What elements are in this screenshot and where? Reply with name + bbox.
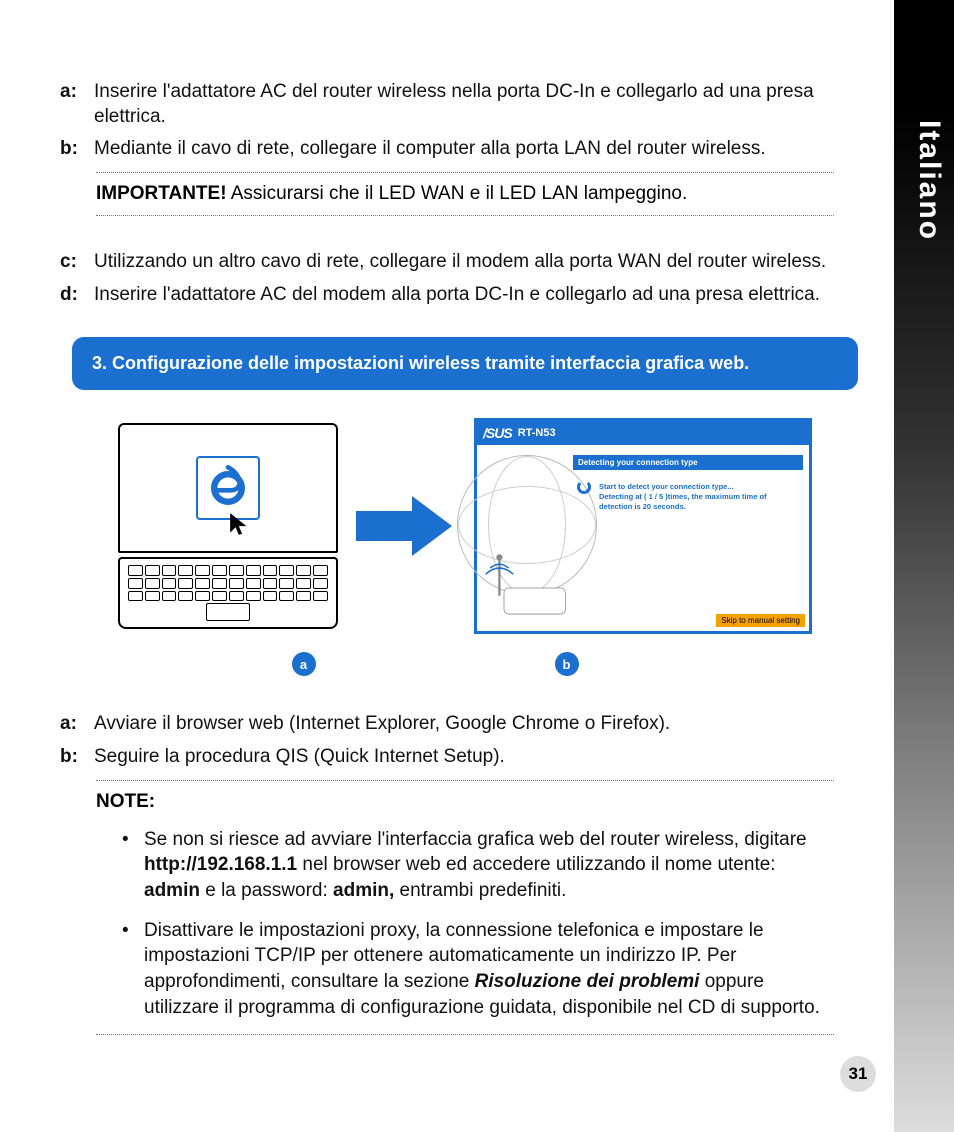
step-b: b: Mediante il cavo di rete, collegare i… [60, 137, 870, 162]
important-label: IMPORTANTE! [96, 183, 227, 204]
divider [96, 215, 834, 216]
page-number: 31 [840, 1056, 876, 1092]
fig-label-b: b [555, 652, 579, 676]
note-1: Se non si riesce ad avviare l'interfacci… [122, 827, 834, 904]
notes-heading: NOTE: [96, 791, 834, 813]
steps-mid: c: Utilizzando un altro cavo di rete, co… [60, 250, 870, 307]
step-b-label: b: [60, 137, 94, 162]
page-content: a: Inserire l'adattatore AC del router w… [60, 80, 870, 1045]
divider [96, 172, 834, 173]
steps-top: a: Inserire l'adattatore AC del router w… [60, 80, 870, 162]
asus-model: RT-N53 [518, 427, 556, 439]
step-a-label: a: [60, 80, 94, 129]
note-1-mid1: nel browser web ed accedere utilizzando … [302, 854, 775, 875]
note-1-mid2: e la password: [205, 880, 333, 901]
step-d: d: Inserire l'adattatore AC del modem al… [60, 283, 870, 308]
spinner-icon [577, 480, 591, 494]
router-ui-panel: Detecting your connection type Start to … [573, 455, 803, 515]
note-2: Disattivare le impostazioni proxy, la co… [122, 918, 834, 1021]
laptop-illustration [118, 423, 338, 629]
important-block: IMPORTANTE! Assicurarsi che il LED WAN e… [96, 183, 834, 205]
step-c: c: Utilizzando un altro cavo di rete, co… [60, 250, 870, 275]
laptop-screen [118, 423, 338, 553]
ie-icon [205, 465, 251, 511]
step-a2-label: a: [60, 712, 94, 737]
fig-label-a: a [292, 652, 316, 676]
step-a2: a: Avviare il browser web (Internet Expl… [60, 712, 870, 737]
figure-labels: a b [72, 652, 858, 676]
trackpad [206, 603, 250, 621]
detect-msg-1: Start to detect your connection type... [599, 482, 801, 492]
step-c-label: c: [60, 250, 94, 275]
language-tab: Italiano [912, 120, 946, 241]
router-ui-header: /SUS RT-N53 [477, 421, 809, 445]
detecting-title: Detecting your connection type [573, 455, 803, 470]
divider [96, 780, 834, 781]
step-d-label: d: [60, 283, 94, 308]
cursor-icon [228, 511, 254, 537]
router-ui-body: Detecting your connection type Start to … [477, 445, 809, 631]
step-a2-text: Avviare il browser web (Internet Explore… [94, 712, 670, 737]
step-b2: b: Seguire la procedura QIS (Quick Inter… [60, 745, 870, 770]
section-banner: 3. Configurazione delle impostazioni wir… [72, 337, 858, 390]
asus-brand: /SUS [483, 425, 512, 441]
steps-bottom: a: Avviare il browser web (Internet Expl… [60, 712, 870, 769]
detecting-message: Start to detect your connection type... … [573, 470, 803, 515]
figure-row: /SUS RT-N53 Detecting your connection ty… [72, 418, 858, 634]
keyboard [128, 565, 328, 601]
step-a-text: Inserire l'adattatore AC del router wire… [94, 80, 870, 129]
step-b2-label: b: [60, 745, 94, 770]
skip-button[interactable]: Skip to manual setting [716, 614, 805, 627]
notes-list: Se non si riesce ad avviare l'interfacci… [122, 827, 834, 1020]
note-1-tail: entrambi predefiniti. [400, 880, 567, 901]
note-1-admin2: admin, [333, 880, 394, 901]
note-1-admin1: admin [144, 880, 200, 901]
step-b2-text: Seguire la procedura QIS (Quick Internet… [94, 745, 505, 770]
arrow-icon [356, 496, 456, 556]
important-text: Assicurarsi che il LED WAN e il LED LAN … [227, 183, 688, 204]
router-web-ui: /SUS RT-N53 Detecting your connection ty… [474, 418, 812, 634]
divider [96, 1034, 834, 1035]
step-c-text: Utilizzando un altro cavo di rete, colle… [94, 250, 826, 275]
laptop-base [118, 557, 338, 629]
note-2-em: Risoluzione dei problemi [475, 971, 700, 992]
step-b-text: Mediante il cavo di rete, collegare il c… [94, 137, 766, 162]
step-d-text: Inserire l'adattatore AC del modem alla … [94, 283, 820, 308]
step-a: a: Inserire l'adattatore AC del router w… [60, 80, 870, 129]
note-1-pre: Se non si riesce ad avviare l'interfacci… [144, 829, 807, 850]
note-1-url: http://192.168.1.1 [144, 854, 297, 875]
router-illustration [481, 549, 573, 627]
detect-msg-2: Detecting at ( 1 / 5 )times, the maximum… [599, 492, 801, 512]
